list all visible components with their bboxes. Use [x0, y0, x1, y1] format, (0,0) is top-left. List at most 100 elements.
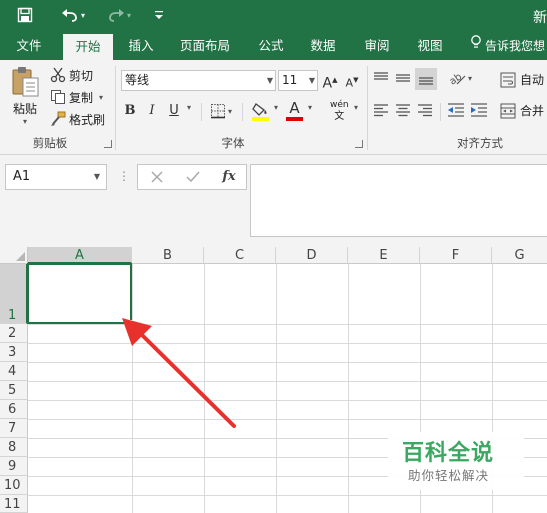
row-header-9[interactable]: 9	[0, 457, 28, 476]
tab-insert[interactable]: 插入	[120, 32, 162, 60]
column-header-f[interactable]: F	[420, 247, 492, 264]
grow-font-label: A	[322, 75, 333, 92]
row-gridline	[28, 419, 547, 420]
paste-button[interactable]: 粘贴 ▾	[10, 66, 40, 128]
customize-quick-access-icon[interactable]	[152, 4, 166, 26]
row-header-11[interactable]: 11	[0, 495, 28, 513]
shrink-font-button[interactable]: A▼	[343, 70, 361, 90]
row-gridline	[28, 324, 547, 325]
row-header-5[interactable]: 5	[0, 381, 28, 400]
font-dialog-launcher-icon[interactable]	[355, 140, 363, 148]
fill-color-dropdown[interactable]: ▾	[272, 103, 278, 112]
font-color-label: A	[289, 99, 300, 117]
name-box-value: A1	[13, 169, 31, 184]
chevron-down-icon: ▾	[354, 103, 359, 112]
column-header-g[interactable]: G	[492, 247, 547, 264]
border-grid-icon	[210, 103, 226, 119]
cancel-icon[interactable]	[146, 167, 168, 187]
clipboard-icon	[10, 66, 40, 98]
align-right-button[interactable]	[417, 102, 433, 118]
paint-bucket-icon	[252, 101, 270, 121]
clipboard-dialog-launcher-icon[interactable]	[104, 140, 112, 148]
tab-home[interactable]: 开始	[63, 34, 113, 60]
row-header-6[interactable]: 6	[0, 400, 28, 419]
tab-file[interactable]: 文件	[6, 32, 52, 60]
row-header-1[interactable]: 1	[0, 264, 28, 324]
cut-button[interactable]: 剪切	[50, 65, 93, 85]
paintbrush-icon	[50, 111, 66, 127]
column-header-d[interactable]: D	[276, 247, 348, 264]
phonetic-dropdown[interactable]: ▾	[352, 103, 358, 112]
tab-view[interactable]: 视图	[409, 32, 451, 60]
row-header-3[interactable]: 3	[0, 343, 28, 362]
phonetic-guide-button[interactable]: wén 文	[330, 100, 349, 122]
copy-button[interactable]: 复制 ▾	[50, 87, 103, 107]
paste-label: 粘贴	[12, 102, 37, 116]
align-left-button[interactable]	[373, 102, 389, 118]
group-divider	[242, 103, 243, 121]
column-header-c[interactable]: C	[204, 247, 276, 264]
row-header-10[interactable]: 10	[0, 476, 28, 495]
grow-font-button[interactable]: A▲	[321, 70, 339, 92]
formula-bar-splitter[interactable]: ⋮	[118, 169, 130, 183]
selected-cell-a1[interactable]	[27, 263, 132, 324]
font-color-button[interactable]: A	[286, 101, 303, 121]
formula-bar-area: A1 ▼ ⋮ fx	[0, 155, 547, 247]
tab-data[interactable]: 数据	[302, 32, 344, 60]
font-size-select[interactable]: 11 ▼	[278, 70, 318, 91]
row-gridline	[28, 381, 547, 382]
redo-icon[interactable]: ▾	[104, 4, 134, 26]
font-name-select[interactable]: 等线 ▼	[121, 70, 276, 91]
cut-label: 剪切	[69, 68, 94, 83]
select-all-button[interactable]	[0, 247, 28, 264]
row-header-4[interactable]: 4	[0, 362, 28, 381]
align-middle-icon	[395, 70, 411, 86]
borders-button[interactable]: ▾	[210, 103, 232, 119]
increase-indent-button[interactable]	[470, 102, 488, 118]
name-box[interactable]: A1 ▼	[5, 164, 107, 190]
bold-button[interactable]: B	[121, 101, 139, 121]
checkmark-icon[interactable]	[182, 167, 204, 187]
undo-icon[interactable]: ▾	[58, 4, 88, 26]
italic-button[interactable]: I	[143, 101, 161, 121]
fill-color-button[interactable]	[252, 101, 270, 121]
fill-handle[interactable]	[128, 320, 134, 326]
chevron-down-icon: ▼	[93, 172, 100, 181]
decrease-indent-icon	[447, 102, 465, 118]
row-header-7[interactable]: 7	[0, 419, 28, 438]
underline-button[interactable]: U	[165, 101, 183, 121]
decrease-indent-button[interactable]	[447, 102, 465, 118]
tell-me-search[interactable]: 告诉我您想	[470, 32, 545, 60]
format-painter-button[interactable]: 格式刷	[50, 109, 105, 129]
window-title: 新	[533, 10, 547, 26]
align-top-button[interactable]	[373, 69, 391, 87]
merge-center-button[interactable]: 合并	[500, 102, 544, 119]
tab-review[interactable]: 审阅	[356, 32, 398, 60]
align-bottom-button[interactable]	[415, 68, 437, 90]
orientation-button[interactable]: ab ▾	[448, 70, 472, 86]
row-header-8[interactable]: 8	[0, 438, 28, 457]
chevron-down-icon: ▾	[274, 103, 279, 112]
align-center-button[interactable]	[395, 102, 411, 118]
clipboard-group-label: 剪贴板	[32, 136, 68, 150]
underline-dropdown[interactable]: ▾	[185, 103, 191, 112]
group-divider	[367, 66, 368, 150]
column-header-b[interactable]: B	[132, 247, 204, 264]
save-icon[interactable]	[14, 4, 36, 26]
row-header-2[interactable]: 2	[0, 324, 28, 343]
align-middle-button[interactable]	[395, 69, 413, 87]
chevron-down-icon: ▼	[266, 76, 273, 85]
shrink-font-label: A	[345, 76, 354, 90]
lightbulb-icon	[470, 33, 482, 60]
insert-function-button[interactable]: fx	[218, 167, 240, 187]
ribbon: 粘贴 ▾ 剪切 复制 ▾ 格式刷 剪贴板 等线 ▼ 11 ▼ A▲ A▼ B I	[0, 60, 547, 155]
wrap-text-button[interactable]: 自动	[500, 71, 544, 88]
column-header-a[interactable]: A	[28, 247, 132, 264]
row-gridline	[28, 495, 547, 496]
tab-page-layout[interactable]: 页面布局	[172, 32, 238, 60]
merge-cells-icon	[500, 103, 516, 119]
tab-formulas[interactable]: 公式	[250, 32, 292, 60]
font-color-dropdown[interactable]: ▾	[306, 103, 312, 112]
formula-input[interactable]	[250, 164, 547, 237]
column-header-e[interactable]: E	[348, 247, 420, 264]
